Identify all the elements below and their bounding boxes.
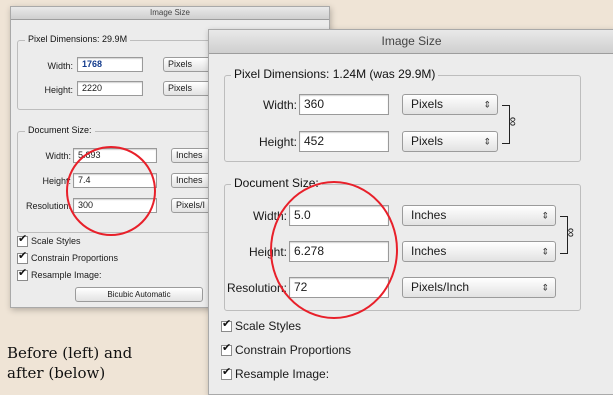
after-resolution-label: Resolution: <box>226 281 287 295</box>
after-pixel-dimensions-label: Pixel Dimensions: <box>234 67 330 81</box>
before-height-label: Height: <box>44 85 73 95</box>
caption-line-2: after (below) <box>7 364 106 382</box>
before-pixel-dimensions-label: Pixel Dimensions: <box>28 34 100 44</box>
after-resample-image-checkbox[interactable]: ✔ Resample Image: <box>221 366 330 381</box>
before-doc-width-unit: Inches <box>176 150 203 160</box>
before-scale-styles-checkmark: ✔ <box>17 233 28 248</box>
checkmark-icon: ✔ <box>18 267 28 280</box>
updown-arrows-icon: ⇕ <box>483 99 491 109</box>
before-title-bar: Image Size <box>11 7 329 20</box>
after-height-unit: Pixels <box>411 134 444 148</box>
after-height-field[interactable]: 452 <box>299 131 389 152</box>
after-resample-image-label: Resample Image: <box>235 367 330 381</box>
after-resample-checkmark: ✔ <box>221 366 232 381</box>
before-constrain-proportions-label: Constrain Proportions <box>31 253 119 263</box>
after-resolution-unit: Pixels/Inch <box>411 280 470 294</box>
updown-arrows-icon: ⇕ <box>541 246 549 256</box>
before-resample-method-popup[interactable]: Bicubic Automatic <box>75 287 203 302</box>
before-width-unit: Pixels <box>168 59 193 69</box>
after-doc-height-unit: Inches <box>411 244 447 258</box>
after-title-bar: Image Size <box>209 30 613 54</box>
chain-link-icon[interactable]: ∞ <box>564 228 579 237</box>
checkmark-icon: ✔ <box>18 250 28 263</box>
before-resample-image-label: Resample Image: <box>31 270 102 280</box>
after-width-unit-popup[interactable]: Pixels ⇕ <box>402 94 498 115</box>
before-constrain-checkmark: ✔ <box>17 250 28 265</box>
after-doc-width-unit: Inches <box>411 208 447 222</box>
after-width-label: Width: <box>262 98 297 112</box>
before-height-unit: Pixels <box>168 83 193 93</box>
after-resolution-unit-popup[interactable]: Pixels/Inch ⇕ <box>402 277 556 298</box>
before-document-size-legend: Document Size: <box>25 125 95 135</box>
checkmark-icon: ✔ <box>222 318 232 331</box>
after-scale-styles-checkbox[interactable]: ✔ Scale Styles <box>221 318 302 333</box>
checkmark-icon: ✔ <box>222 342 232 355</box>
before-scale-styles-label: Scale Styles <box>31 236 81 246</box>
before-width-label: Width: <box>47 61 73 71</box>
before-dialog-title: Image Size <box>149 8 191 17</box>
before-doc-width-label: Width: <box>45 151 71 161</box>
updown-arrows-icon: ⇕ <box>483 136 491 146</box>
after-width-field[interactable]: 360 <box>299 94 389 115</box>
after-height-unit-popup[interactable]: Pixels ⇕ <box>402 131 498 152</box>
before-pixel-dimensions-legend: Pixel Dimensions: 29.9M <box>25 34 131 44</box>
after-image-size-dialog: Image Size Pixel Dimensions: 1.24M (was … <box>208 29 613 395</box>
before-pixel-dimensions-group <box>17 40 215 110</box>
before-width-unit-popup[interactable]: Pixels <box>163 57 211 72</box>
before-resolution-label: Resolution: <box>25 201 71 211</box>
after-pixel-dimensions-legend: Pixel Dimensions: 1.24M (was 29.9M) <box>231 67 439 81</box>
chain-link-icon[interactable]: ∞ <box>506 117 521 126</box>
after-dialog-title: Image Size <box>381 34 442 48</box>
before-width-field[interactable]: 1768 <box>77 57 143 72</box>
after-width-unit: Pixels <box>411 97 444 111</box>
caption-line-1: Before (left) and <box>7 344 133 362</box>
after-highlight-circle <box>270 181 398 319</box>
updown-arrows-icon: ⇕ <box>541 210 549 220</box>
before-resample-method: Bicubic Automatic <box>107 290 171 299</box>
caption: Before (left) and after (below) <box>7 343 132 383</box>
after-pixel-dimensions-value: 1.24M (was 29.9M) <box>332 67 436 81</box>
updown-arrows-icon: ⇕ <box>541 282 549 292</box>
before-doc-height-unit: Inches <box>176 175 203 185</box>
before-constrain-proportions-checkbox[interactable]: ✔ Constrain Proportions <box>17 250 119 265</box>
before-highlight-circle <box>66 146 156 236</box>
checkmark-icon: ✔ <box>222 366 232 379</box>
before-height-unit-popup[interactable]: Pixels <box>163 81 211 96</box>
after-doc-height-unit-popup[interactable]: Inches ⇕ <box>402 241 556 262</box>
after-height-label: Height: <box>258 135 297 149</box>
before-resample-image-checkbox[interactable]: ✔ Resample Image: <box>17 267 102 282</box>
after-constrain-checkmark: ✔ <box>221 342 232 357</box>
before-resample-checkmark: ✔ <box>17 267 28 282</box>
after-constrain-proportions-label: Constrain Proportions <box>235 343 352 357</box>
before-doc-height-label: Height: <box>42 176 71 186</box>
before-height-field[interactable]: 2220 <box>77 81 143 96</box>
after-constrain-proportions-checkbox[interactable]: ✔ Constrain Proportions <box>221 342 352 357</box>
after-scale-styles-label: Scale Styles <box>235 319 302 333</box>
before-pixel-dimensions-value: 29.9M <box>102 34 128 44</box>
checkmark-icon: ✔ <box>18 233 28 246</box>
after-doc-width-unit-popup[interactable]: Inches ⇕ <box>402 205 556 226</box>
before-resolution-unit: Pixels/I <box>176 200 206 210</box>
after-scale-styles-checkmark: ✔ <box>221 318 232 333</box>
before-scale-styles-checkbox[interactable]: ✔ Scale Styles <box>17 233 81 248</box>
